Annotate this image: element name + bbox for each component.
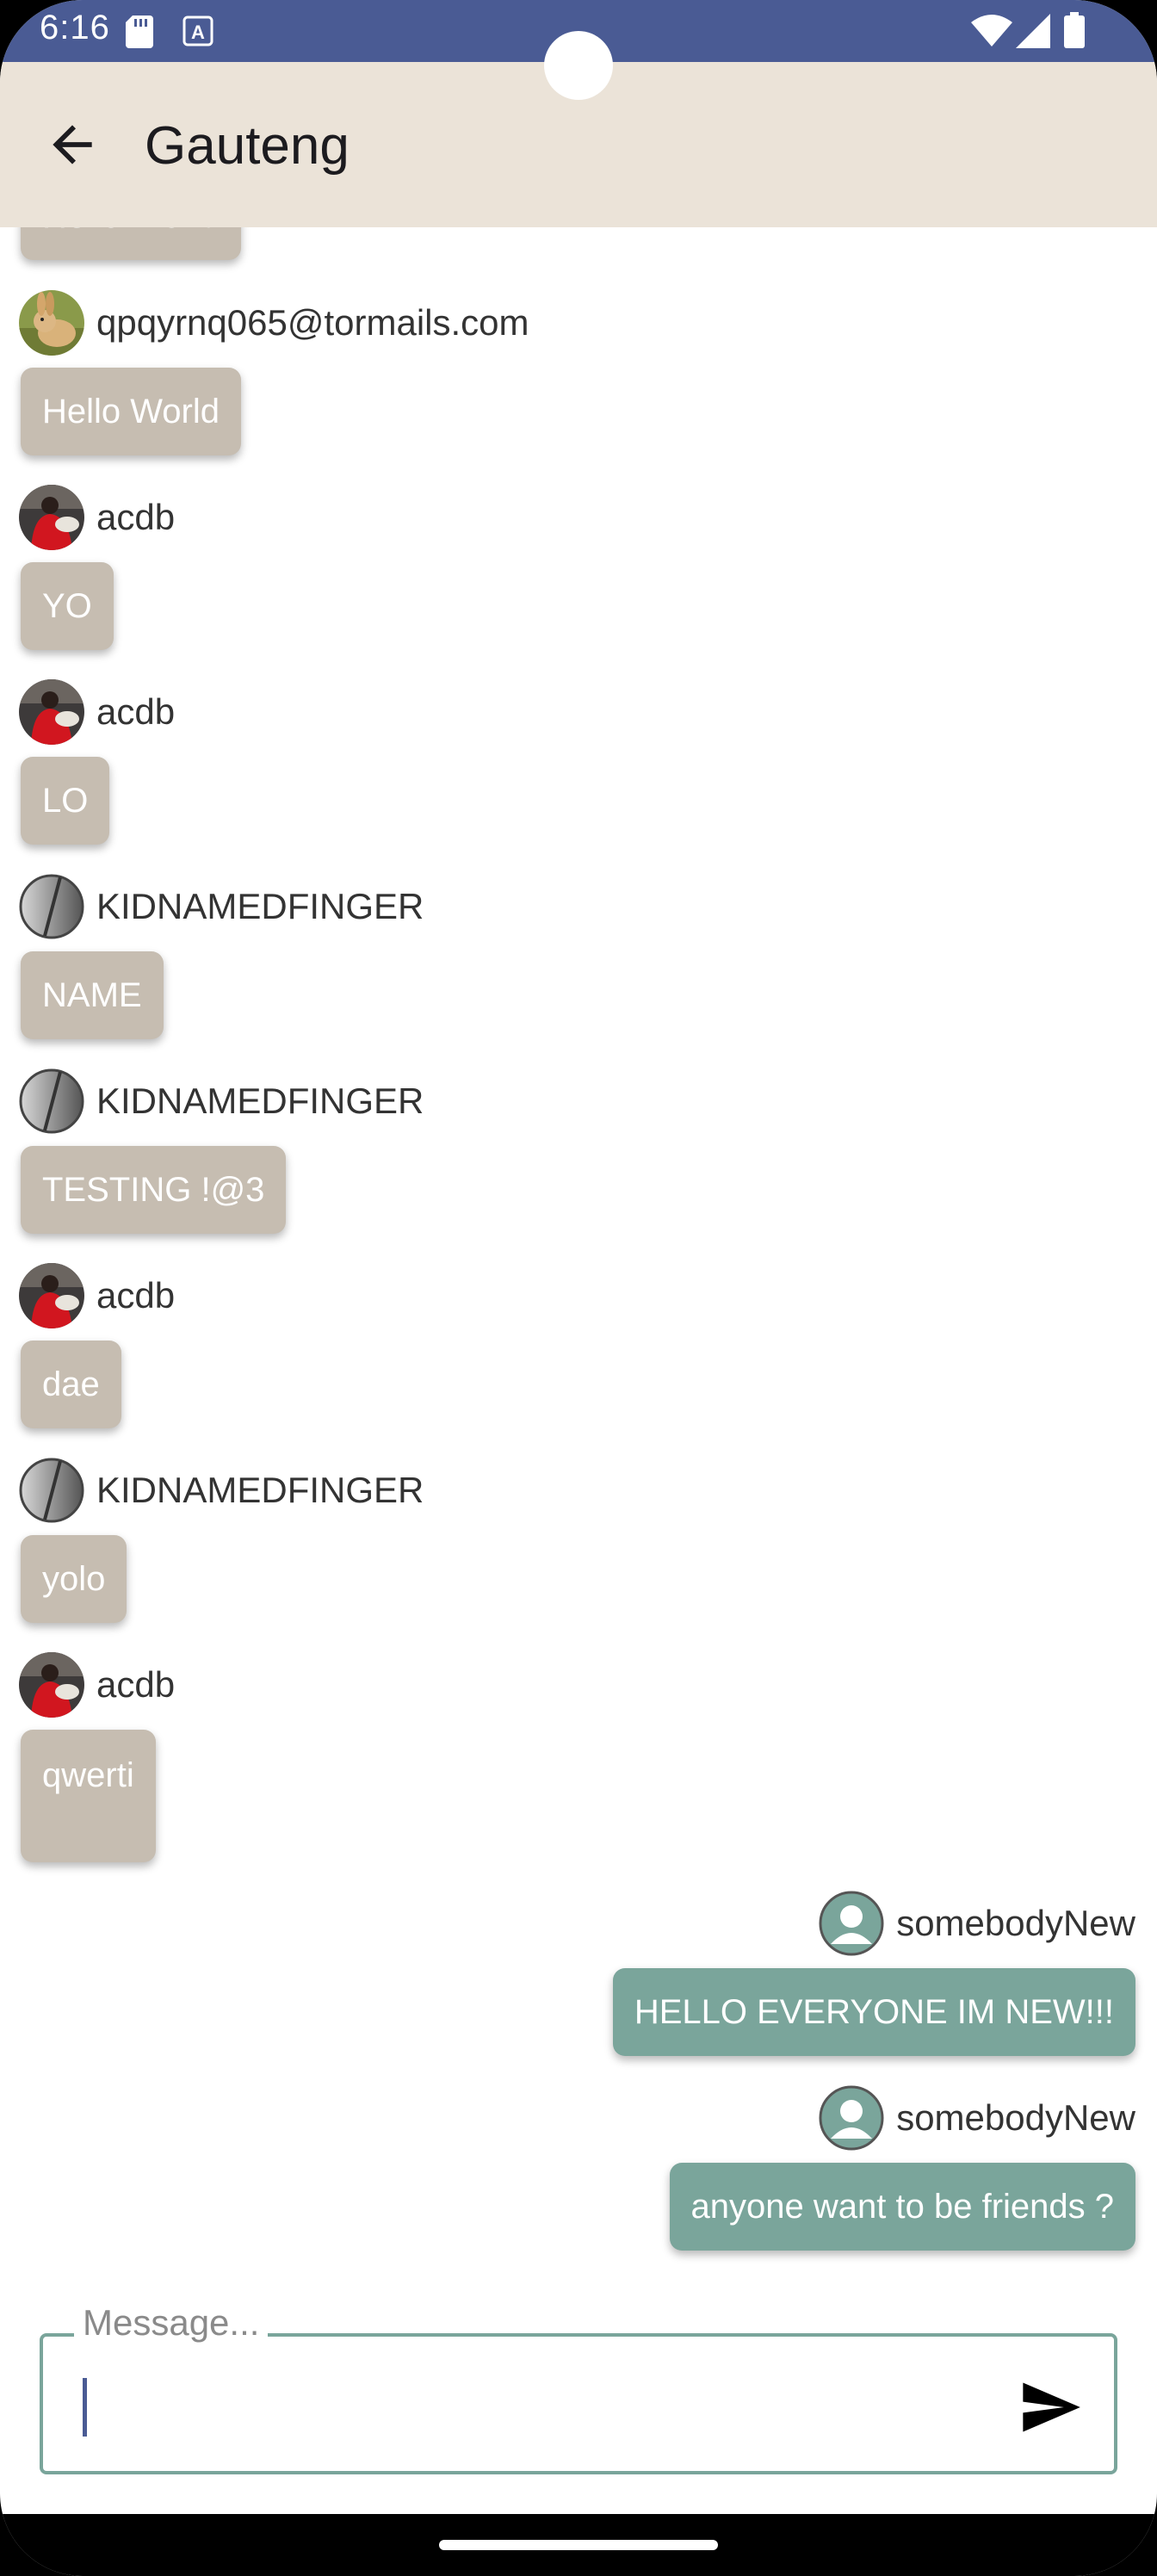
default-user-avatar	[819, 1891, 884, 1956]
sender-name: qpqyrnq065@tormails.com	[96, 302, 529, 343]
sender-name: somebodyNew	[896, 1903, 1135, 1943]
send-icon[interactable]	[1018, 2375, 1083, 2440]
message-input-label: Message...	[74, 2302, 269, 2344]
message-bubble[interactable]: HELLO EVERYONE IM NEW!!!	[612, 1968, 1135, 2056]
home-gesture-handle[interactable]	[439, 2540, 718, 2550]
message-list[interactable]: Hello World qpqyrnq065@tormails.com Hell…	[0, 0, 1157, 2576]
message-bubble[interactable]: NAME	[21, 951, 164, 1039]
back-arrow-icon[interactable]	[43, 115, 102, 174]
message-sender: KIDNAMEDFINGER	[19, 1068, 424, 1134]
message-sender: acdb	[19, 1652, 175, 1718]
message-sender: acdb	[19, 679, 175, 745]
sender-name: KIDNAMEDFINGER	[96, 1081, 424, 1121]
message-bubble[interactable]: qwerti	[21, 1730, 156, 1862]
default-user-avatar	[819, 2085, 884, 2151]
message-bubble[interactable]: yolo	[21, 1535, 127, 1623]
message-sender: somebodyNew	[819, 1891, 1135, 1956]
photo-avatar	[19, 1652, 84, 1718]
navigation-bar	[0, 2514, 1157, 2576]
message-sender: somebodyNew	[819, 2085, 1135, 2151]
message-sender: KIDNAMEDFINGER	[19, 1458, 424, 1523]
message-bubble[interactable]: Hello World	[21, 368, 241, 455]
message-bubble[interactable]: YO	[21, 562, 114, 650]
photo-avatar	[19, 485, 84, 550]
message-sender: acdb	[19, 1263, 175, 1328]
photo-avatar	[19, 1263, 84, 1328]
gray-avatar	[19, 1068, 84, 1134]
message-input[interactable]	[77, 2371, 1007, 2440]
chat-title: Gauteng	[145, 116, 350, 176]
message-bubble[interactable]: TESTING !@3	[21, 1146, 287, 1234]
message-sender: acdb	[19, 485, 175, 550]
chat-screen: 6:16 A Gauteng Hello World	[0, 0, 1157, 2576]
sender-name: KIDNAMEDFINGER	[96, 1470, 424, 1510]
gray-avatar	[19, 874, 84, 939]
camera-cutout	[544, 31, 613, 100]
text-cursor	[83, 2378, 87, 2437]
message-sender: qpqyrnq065@tormails.com	[19, 290, 529, 356]
sender-name: somebodyNew	[896, 2097, 1135, 2138]
message-bubble[interactable]: anyone want to be friends ?	[669, 2163, 1135, 2251]
message-bubble[interactable]: LO	[21, 757, 110, 845]
message-bubble[interactable]: dae	[21, 1341, 121, 1428]
rabbit-avatar	[19, 290, 84, 356]
sender-name: acdb	[96, 1275, 176, 1316]
photo-avatar	[19, 679, 84, 745]
sender-name: KIDNAMEDFINGER	[96, 886, 424, 926]
gray-avatar	[19, 1458, 84, 1523]
sender-name: acdb	[96, 497, 176, 537]
message-composer: Message...	[40, 2302, 1117, 2474]
sender-name: acdb	[96, 691, 176, 732]
message-sender: KIDNAMEDFINGER	[19, 874, 424, 939]
sender-name: acdb	[96, 1664, 176, 1705]
